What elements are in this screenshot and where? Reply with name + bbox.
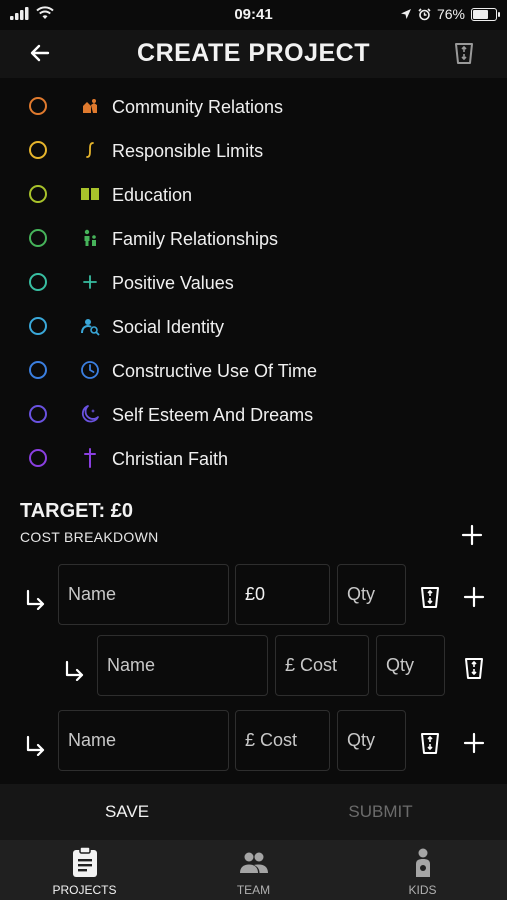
- asset-option-responsible-limits[interactable]: Responsible Limits: [0, 129, 507, 173]
- battery-percent: 76%: [436, 6, 465, 22]
- kid-icon: [415, 848, 430, 877]
- item-cost-input[interactable]: £ Cost: [235, 710, 330, 771]
- tab-label: KIDS: [408, 883, 437, 897]
- target-amount: TARGET: £0: [20, 500, 133, 522]
- asset-option-family-relationships[interactable]: Family Relationships: [0, 217, 507, 261]
- submit-button[interactable]: SUBMIT: [254, 802, 507, 822]
- radio-button[interactable]: [29, 317, 47, 335]
- community-icon: [83, 99, 97, 113]
- plus-icon: [83, 275, 97, 289]
- asset-option-constructive-use-of-time[interactable]: Constructive Use Of Time: [0, 349, 507, 393]
- tab-team[interactable]: TEAM: [169, 840, 338, 900]
- sub-item-arrow-icon: [26, 735, 45, 756]
- item-qty-input[interactable]: Qty: [337, 564, 406, 625]
- item-cost-input[interactable]: £0: [235, 564, 330, 625]
- asset-label: Social Identity: [112, 317, 225, 337]
- item-cost-input[interactable]: £ Cost: [275, 635, 369, 696]
- asset-list: Community Relations Responsible Limits E…: [0, 85, 507, 481]
- moon-icon: [81, 405, 99, 423]
- delete-item-icon[interactable]: [419, 731, 441, 755]
- radio-button[interactable]: [29, 405, 47, 423]
- family-icon: [84, 229, 96, 246]
- asset-option-christian-faith[interactable]: Christian Faith: [0, 437, 507, 481]
- sub-item-arrow-icon: [65, 660, 84, 681]
- add-sub-item-icon[interactable]: [463, 586, 485, 608]
- asset-label: Family Relationships: [112, 229, 279, 249]
- alarm-icon: [418, 7, 431, 20]
- asset-option-community-relations[interactable]: Community Relations: [0, 85, 507, 129]
- item-name-input[interactable]: Name: [58, 710, 229, 771]
- battery-icon: [471, 7, 500, 21]
- delete-item-icon[interactable]: [463, 656, 485, 680]
- radio-button[interactable]: [29, 449, 47, 467]
- asset-option-social-identity[interactable]: Social Identity: [0, 305, 507, 349]
- identity-icon: [81, 319, 100, 336]
- asset-option-positive-values[interactable]: Positive Values: [0, 261, 507, 305]
- book-icon: [81, 188, 99, 200]
- save-button[interactable]: SAVE: [0, 802, 254, 822]
- radio-button[interactable]: [29, 361, 47, 379]
- radio-button[interactable]: [29, 273, 47, 291]
- item-qty-input[interactable]: Qty: [337, 710, 406, 771]
- add-cost-item-icon[interactable]: [461, 524, 483, 546]
- asset-label: Education: [112, 185, 193, 205]
- item-name-input[interactable]: Name: [58, 564, 229, 625]
- asset-label: Responsible Limits: [112, 141, 264, 161]
- tab-bar: PROJECTS TEAM KIDS: [0, 840, 507, 900]
- limits-icon: [86, 142, 94, 158]
- action-bar: SAVE SUBMIT: [0, 784, 507, 840]
- location-icon: [400, 9, 411, 19]
- asset-label: Self Esteem And Dreams: [112, 405, 314, 425]
- asset-option-education[interactable]: Education: [0, 173, 507, 217]
- team-icon: [239, 852, 268, 873]
- item-qty-input[interactable]: Qty: [376, 635, 445, 696]
- delete-item-icon[interactable]: [419, 585, 441, 609]
- item-name-input[interactable]: Name: [97, 635, 268, 696]
- asset-label: Community Relations: [112, 97, 284, 117]
- tab-kids[interactable]: KIDS: [338, 840, 507, 900]
- sub-item-arrow-icon: [26, 589, 45, 610]
- tab-label: PROJECTS: [52, 883, 117, 897]
- page-title: CREATE PROJECT: [137, 39, 370, 67]
- cross-icon: [84, 448, 96, 468]
- asset-option-self-esteem-and-dreams[interactable]: Self Esteem And Dreams: [0, 393, 507, 437]
- asset-label: Positive Values: [112, 273, 234, 293]
- clock-icon: [81, 361, 99, 379]
- radio-button[interactable]: [29, 229, 47, 247]
- asset-label: Constructive Use Of Time: [112, 361, 318, 381]
- delete-project-icon[interactable]: [453, 41, 475, 65]
- clipboard-icon: [72, 846, 97, 877]
- battery-fill: [473, 9, 488, 19]
- cost-breakdown-heading: COST BREAKDOWN: [20, 529, 159, 545]
- add-sub-item-icon[interactable]: [463, 732, 485, 754]
- tab-projects[interactable]: PROJECTS: [0, 840, 169, 900]
- tab-label: TEAM: [236, 883, 271, 897]
- asset-label: Christian Faith: [112, 449, 229, 469]
- status-bar: 09:41 76%: [0, 0, 507, 30]
- status-right: 76%: [400, 6, 500, 22]
- radio-button[interactable]: [29, 185, 47, 203]
- radio-button[interactable]: [29, 141, 47, 159]
- radio-button[interactable]: [29, 97, 47, 115]
- app-header: CREATE PROJECT: [0, 30, 507, 78]
